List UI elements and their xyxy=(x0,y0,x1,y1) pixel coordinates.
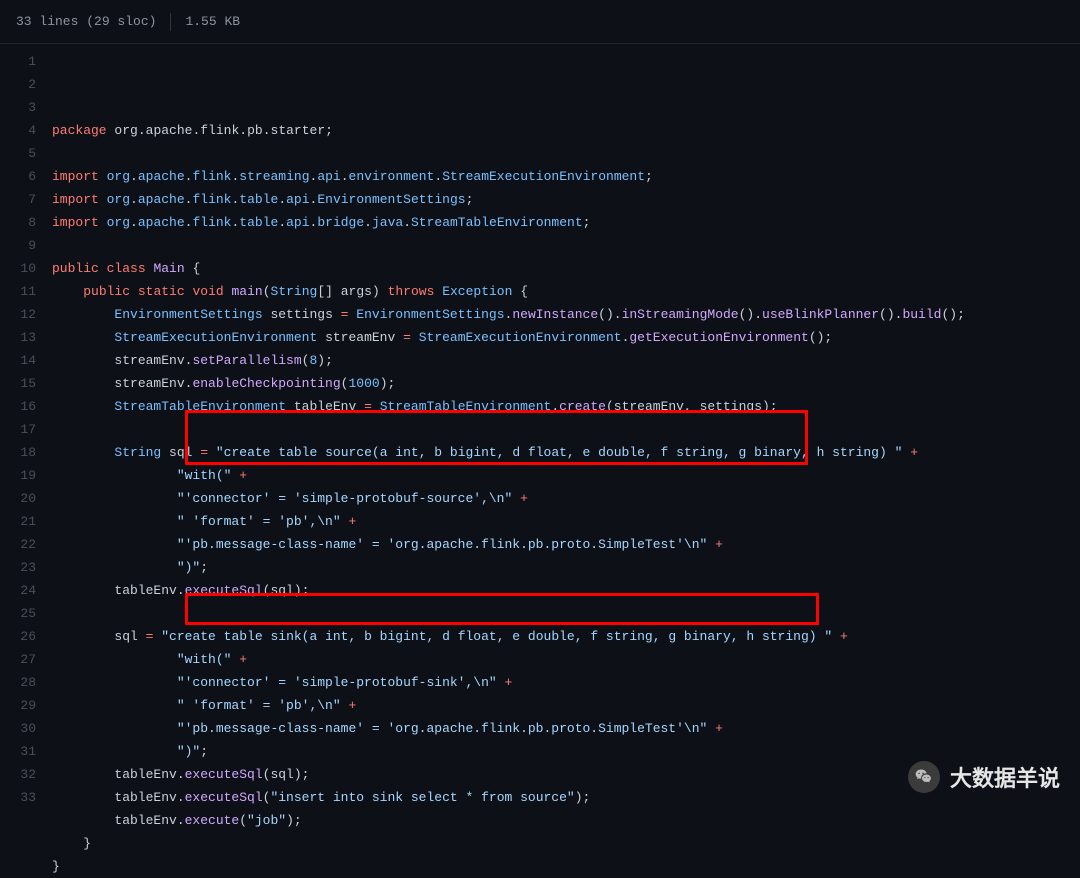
code-line[interactable] xyxy=(52,234,1080,257)
line-number: 26 xyxy=(0,625,36,648)
line-number: 12 xyxy=(0,303,36,326)
line-number: 31 xyxy=(0,740,36,763)
code-line[interactable]: sql = "create table sink(a int, b bigint… xyxy=(52,625,1080,648)
code-line[interactable]: tableEnv.execute("job"); xyxy=(52,809,1080,832)
code-line[interactable]: import org.apache.flink.table.api.Enviro… xyxy=(52,188,1080,211)
line-number: 15 xyxy=(0,372,36,395)
code-line[interactable]: EnvironmentSettings settings = Environme… xyxy=(52,303,1080,326)
line-number: 17 xyxy=(0,418,36,441)
line-number: 33 xyxy=(0,786,36,809)
code-line[interactable]: "'pb.message-class-name' = 'org.apache.f… xyxy=(52,717,1080,740)
line-number: 24 xyxy=(0,579,36,602)
line-number: 4 xyxy=(0,119,36,142)
line-number: 28 xyxy=(0,671,36,694)
code-line[interactable]: String sql = "create table source(a int,… xyxy=(52,441,1080,464)
wechat-icon xyxy=(908,761,940,793)
line-number: 22 xyxy=(0,533,36,556)
header-separator xyxy=(170,13,171,31)
line-number: 19 xyxy=(0,464,36,487)
watermark: 大数据羊说 xyxy=(908,761,1060,793)
code-line[interactable]: } xyxy=(52,855,1080,878)
code-line[interactable]: ")"; xyxy=(52,740,1080,763)
line-number-gutter: 1234567891011121314151617181920212223242… xyxy=(0,50,52,878)
file-stats-header: 33 lines (29 sloc) 1.55 KB xyxy=(0,0,1080,44)
code-line[interactable] xyxy=(52,142,1080,165)
line-number: 21 xyxy=(0,510,36,533)
line-number: 7 xyxy=(0,188,36,211)
code-line[interactable] xyxy=(52,418,1080,441)
line-number: 6 xyxy=(0,165,36,188)
line-number: 11 xyxy=(0,280,36,303)
line-number: 25 xyxy=(0,602,36,625)
code-line[interactable]: "with(" + xyxy=(52,464,1080,487)
line-number: 13 xyxy=(0,326,36,349)
line-number: 29 xyxy=(0,694,36,717)
line-number: 20 xyxy=(0,487,36,510)
line-number: 23 xyxy=(0,556,36,579)
line-number: 16 xyxy=(0,395,36,418)
line-number: 3 xyxy=(0,96,36,119)
line-number: 27 xyxy=(0,648,36,671)
code-line[interactable]: import org.apache.flink.table.api.bridge… xyxy=(52,211,1080,234)
code-line[interactable]: streamEnv.enableCheckpointing(1000); xyxy=(52,372,1080,395)
code-line[interactable]: " 'format' = 'pb',\n" + xyxy=(52,510,1080,533)
line-number: 8 xyxy=(0,211,36,234)
code-line[interactable]: public class Main { xyxy=(52,257,1080,280)
code-line[interactable]: package org.apache.flink.pb.starter; xyxy=(52,119,1080,142)
code-line[interactable]: StreamTableEnvironment tableEnv = Stream… xyxy=(52,395,1080,418)
watermark-text: 大数据羊说 xyxy=(950,761,1060,793)
code-line[interactable]: streamEnv.setParallelism(8); xyxy=(52,349,1080,372)
line-number: 32 xyxy=(0,763,36,786)
code-line[interactable]: StreamExecutionEnvironment streamEnv = S… xyxy=(52,326,1080,349)
code-content[interactable]: package org.apache.flink.pb.starter; impo… xyxy=(52,50,1080,878)
line-number: 30 xyxy=(0,717,36,740)
code-line[interactable]: } xyxy=(52,832,1080,855)
code-line[interactable]: ")"; xyxy=(52,556,1080,579)
line-number: 9 xyxy=(0,234,36,257)
code-line[interactable]: import org.apache.flink.streaming.api.en… xyxy=(52,165,1080,188)
code-line[interactable]: " 'format' = 'pb',\n" + xyxy=(52,694,1080,717)
line-number: 1 xyxy=(0,50,36,73)
code-line[interactable]: "'connector' = 'simple-protobuf-source',… xyxy=(52,487,1080,510)
code-line[interactable]: tableEnv.executeSql(sql); xyxy=(52,579,1080,602)
line-number: 14 xyxy=(0,349,36,372)
line-number: 10 xyxy=(0,257,36,280)
code-line[interactable]: "with(" + xyxy=(52,648,1080,671)
file-size: 1.55 KB xyxy=(185,14,240,29)
file-lines-count: 33 lines (29 sloc) xyxy=(16,14,156,29)
line-number: 18 xyxy=(0,441,36,464)
line-number: 5 xyxy=(0,142,36,165)
code-line[interactable]: "'connector' = 'simple-protobuf-sink',\n… xyxy=(52,671,1080,694)
code-line[interactable] xyxy=(52,602,1080,625)
code-line[interactable]: "'pb.message-class-name' = 'org.apache.f… xyxy=(52,533,1080,556)
code-line[interactable]: public static void main(String[] args) t… xyxy=(52,280,1080,303)
line-number: 2 xyxy=(0,73,36,96)
